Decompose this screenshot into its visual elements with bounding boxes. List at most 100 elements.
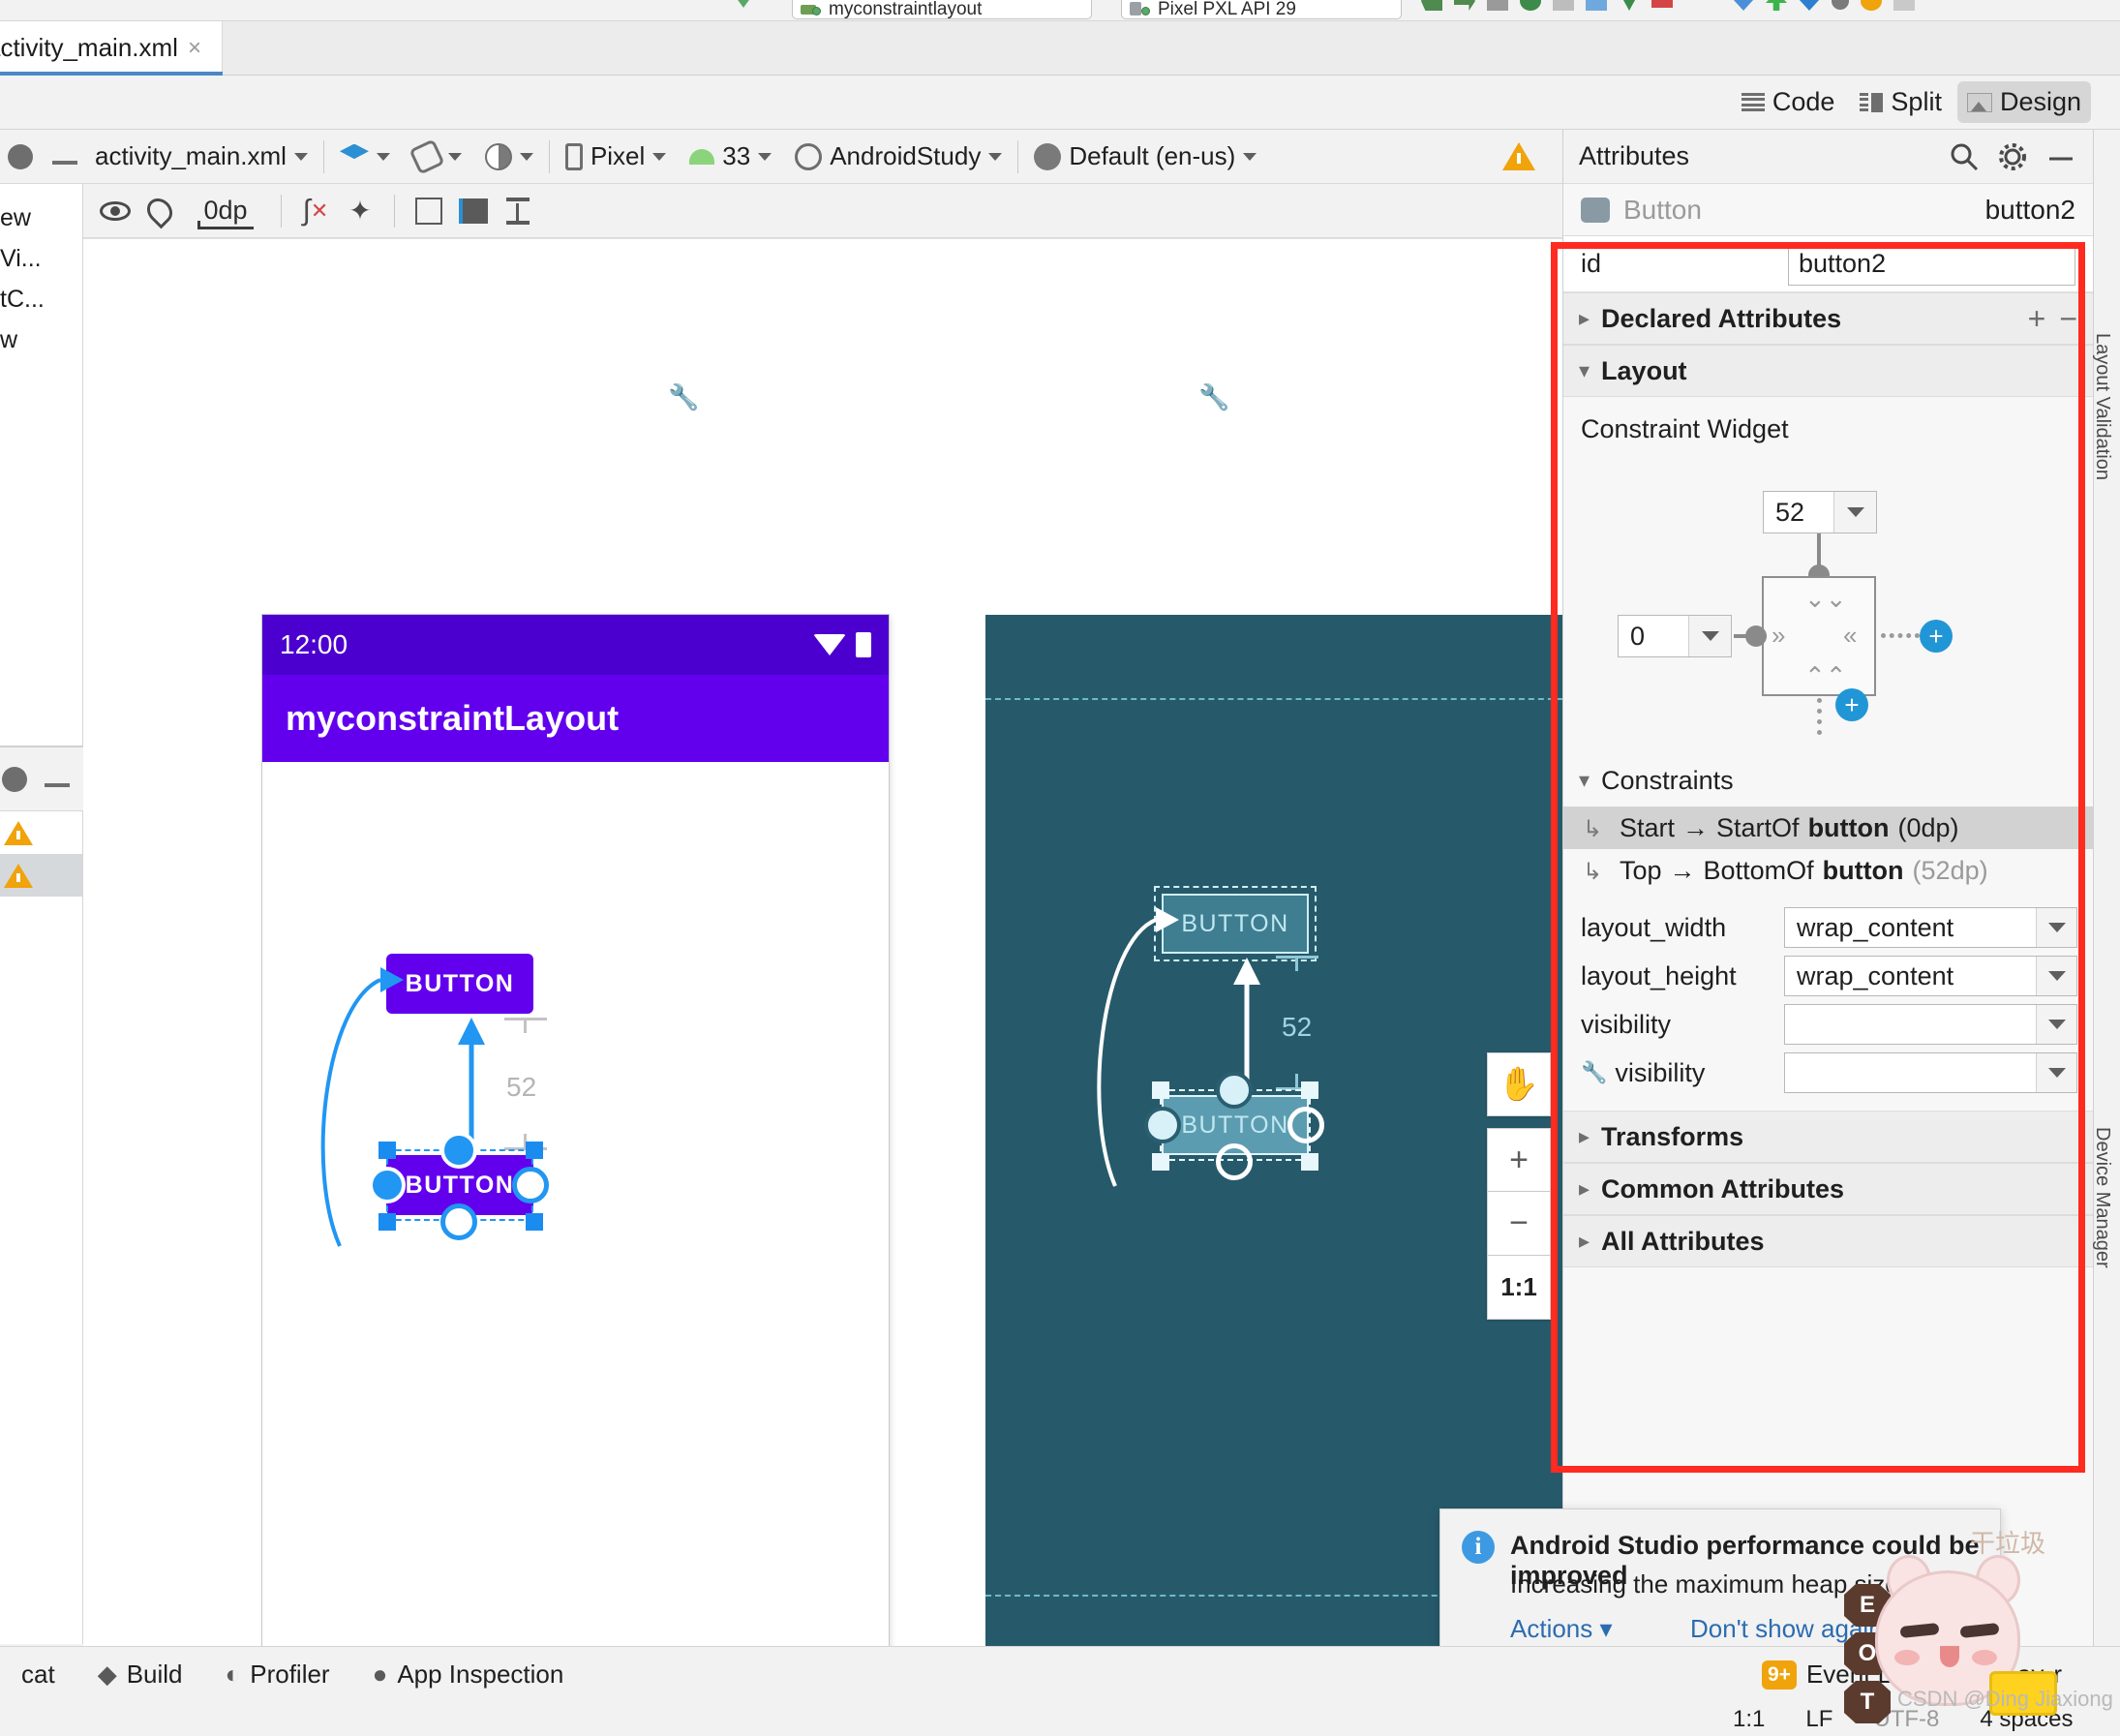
zoom-in-button[interactable]: + [1487,1128,1551,1192]
phone-preview[interactable]: 12:00 myconstraintLayout BUTTON 52 BUTTO… [262,615,889,1646]
minimize-icon[interactable] [45,782,70,787]
add-bottom-constraint-button[interactable]: + [1835,688,1868,721]
section-all-attributes[interactable]: ▸ All Attributes [1563,1215,2093,1267]
pack-icon[interactable] [496,189,540,233]
eye-visibility-icon[interactable] [93,189,137,233]
chevron-double-left-icon[interactable]: « [1843,621,1857,651]
bottom-item-profiler[interactable]: ◐ Profiler [204,1660,351,1690]
no-constraints-icon[interactable] [137,189,182,233]
warning-triangle-icon[interactable] [1502,142,1535,170]
stop-icon[interactable] [1487,0,1508,11]
phone-content[interactable]: BUTTON 52 BUTTON [262,762,889,1646]
line-separator[interactable]: LF [1805,1706,1832,1733]
start-margin-spinner[interactable]: 0 [1618,615,1732,657]
chevron-down-icon[interactable] [1833,492,1876,533]
search-everywhere-icon[interactable] [1832,0,1849,10]
account-icon[interactable] [1893,0,1915,11]
vcs-commit-icon[interactable] [1766,0,1787,11]
bottom-item-app-inspection[interactable]: ● App Inspection [351,1660,586,1690]
anchor-start[interactable] [369,1167,406,1203]
mode-split[interactable]: Split [1850,81,1952,123]
blueprint-anchor-start[interactable] [1144,1107,1181,1143]
section-common-attributes[interactable]: ▸ Common Attributes [1563,1163,2093,1215]
right-tab-device-manager[interactable]: Device Manager [2091,1127,2113,1268]
resize-handle-tr[interactable] [526,1142,543,1159]
chevron-double-right-icon[interactable]: » [1772,621,1785,651]
vcs-update-icon[interactable] [1733,0,1754,11]
tree-item-2[interactable]: tC... [0,279,82,320]
widget-box[interactable]: ⌄⌄ ⌃⌃ » « [1762,576,1876,696]
section-transforms[interactable]: ▸ Transforms [1563,1111,2093,1163]
chevron-down-icon[interactable] [2036,908,2076,947]
profiler-icon[interactable] [1619,0,1640,11]
problem-row-0[interactable] [0,811,82,854]
caret-position[interactable]: 1:1 [1733,1706,1765,1733]
blueprint-anchor-top[interactable] [1216,1072,1253,1109]
resize-handle-tl[interactable] [379,1142,396,1159]
plus-icon[interactable]: + [2028,301,2046,337]
tree-item-3[interactable]: w [0,320,82,360]
add-end-constraint-button[interactable]: + [1920,620,1953,653]
notifications-icon[interactable] [1861,0,1882,11]
theme-selector[interactable]: AndroidStudy [783,141,1014,171]
default-margin-button[interactable]: 0dp [182,189,269,233]
chevron-down-icon[interactable] [2036,1005,2076,1044]
attach-debugger-icon[interactable] [1454,0,1475,11]
problems-list[interactable] [0,811,83,1644]
search-icon[interactable] [1948,140,1981,173]
clear-constraints-icon[interactable]: ∫ ✕ [293,189,338,233]
blueprint-resize-handle-tr[interactable] [1301,1081,1318,1099]
bottom-item-logcat[interactable]: cat [0,1660,76,1690]
blueprint-resize-handle-tl[interactable] [1152,1081,1169,1099]
gear-icon[interactable] [1996,140,2029,173]
visibility-combo[interactable] [1784,1004,2077,1045]
blueprint-anchor-bottom[interactable] [1216,1143,1253,1180]
api-selector[interactable]: 33 [678,141,783,171]
minimize-icon[interactable] [52,160,77,165]
close-icon[interactable]: × [188,35,201,62]
minimize-icon[interactable] [2044,140,2077,173]
component-tree[interactable]: ew Vi... tC... w [0,184,83,746]
orientation-button[interactable] [402,137,473,175]
start-anchor-dot[interactable] [1745,625,1767,647]
debug-icon[interactable] [1421,0,1442,11]
section-layout[interactable]: ▾ Layout [1563,345,2093,397]
mode-design[interactable]: Design [1956,81,2091,123]
anchor-end[interactable] [512,1167,549,1203]
sync-gradle-icon[interactable] [1520,0,1541,11]
layout-width-combo[interactable]: wrap_content [1784,907,2077,948]
chevron-down-icon[interactable] [2036,957,2076,995]
constraint-row-start[interactable]: ↳ Start → StartOf button (0dp) [1563,807,2093,849]
guidelines-icon[interactable] [407,189,451,233]
id-input[interactable]: button2 [1788,242,2075,286]
zoom-out-button[interactable]: − [1487,1192,1551,1256]
blueprint-resize-handle-bl[interactable] [1152,1153,1169,1171]
stop-run-icon[interactable] [1651,0,1673,8]
tools-visibility-combo[interactable] [1784,1052,2077,1093]
section-constraints[interactable]: ▾ Constraints [1563,754,2093,807]
blueprint-preview[interactable]: BUTTON 52 BUTTON [985,615,1562,1646]
wrench-icon[interactable] [668,382,693,415]
minus-icon[interactable]: − [2059,301,2077,337]
wrench-icon[interactable] [1198,382,1224,415]
file-selector[interactable]: activity_main.xml [83,141,319,171]
bottom-item-build[interactable]: ◆ Build [76,1660,204,1690]
constraint-widget[interactable]: 52 ⌄⌄ ⌃⌃ » « 0 + + [1563,444,2093,754]
blueprint-resize-handle-br[interactable] [1301,1153,1318,1171]
theme-mode-button[interactable] [473,142,545,170]
chevron-down-icon[interactable] [1688,616,1731,656]
section-declared-attributes[interactable]: ▸ Declared Attributes + − [1563,292,2093,345]
chevron-double-up-icon[interactable]: ⌃⌃ [1804,661,1847,691]
module-selector-chip[interactable]: myconstraintlayout [792,0,1092,19]
pan-hand-icon[interactable]: ✋ [1487,1052,1551,1116]
align-icon[interactable] [451,189,496,233]
top-margin-spinner[interactable]: 52 [1763,491,1877,533]
anchor-top[interactable] [440,1132,477,1169]
locale-selector[interactable]: Default (en-us) [1022,141,1268,171]
resize-handle-bl[interactable] [379,1213,396,1231]
gear-icon[interactable] [8,143,33,169]
vcs-push-icon[interactable] [1799,0,1820,11]
device-selector[interactable]: Pixel [554,141,678,171]
problem-row-1[interactable] [0,854,82,897]
run-arrow-icon[interactable] [733,0,754,8]
